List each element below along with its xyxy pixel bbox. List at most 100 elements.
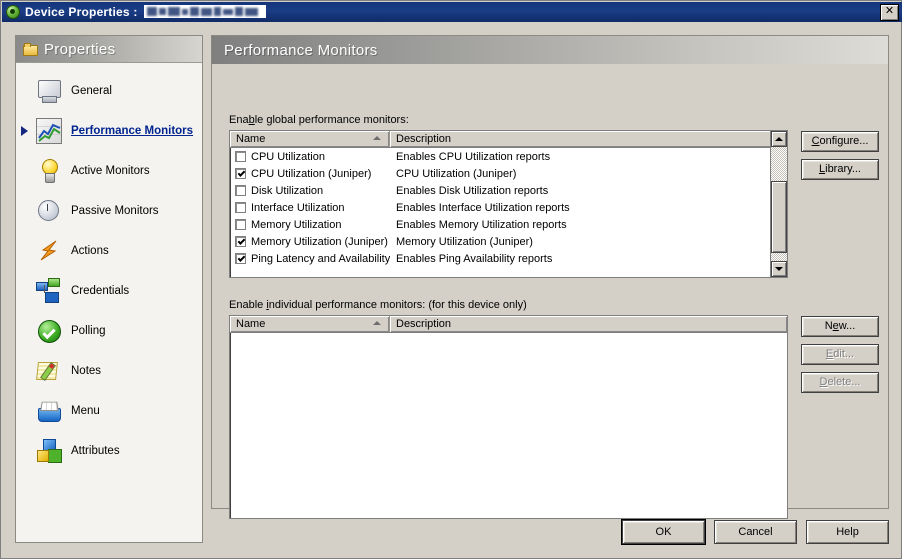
monitor-name: Interface Utilization xyxy=(251,201,345,214)
performance-monitors-panel: Performance Monitors Enable global perfo… xyxy=(211,35,889,519)
global-monitors-label: Enable global performance monitors: xyxy=(229,114,409,126)
lightning-arrow-icon xyxy=(36,238,62,264)
table-row[interactable]: Memory Utilization Enables Memory Utiliz… xyxy=(230,216,787,233)
individual-monitors-listview[interactable]: Name Description xyxy=(229,315,788,519)
library-button[interactable]: Library... xyxy=(801,159,879,180)
app-icon xyxy=(6,5,20,19)
window-title: Device Properties : xyxy=(25,5,266,19)
row-checkbox[interactable] xyxy=(235,236,246,247)
sidebar-item-label: Notes xyxy=(71,365,102,377)
monitor-description: Enables Ping Availability reports xyxy=(396,252,553,265)
sidebar-item-menu[interactable]: Menu xyxy=(16,391,202,431)
redacted-device-name xyxy=(143,5,266,18)
page-title: Performance Monitors xyxy=(224,41,378,59)
new-button[interactable]: New... xyxy=(801,316,879,337)
sidebar-item-label: Actions xyxy=(71,245,109,257)
monitor-description: Enables Disk Utilization reports xyxy=(396,184,549,197)
column-header-description[interactable]: Description xyxy=(390,131,787,147)
delete-button[interactable]: Delete... xyxy=(801,372,879,393)
row-checkbox[interactable] xyxy=(235,185,246,196)
individual-monitors-label: Enable individual performance monitors: … xyxy=(229,299,527,311)
sort-ascending-icon xyxy=(373,321,381,325)
monitor-name: CPU Utilization (Juniper) xyxy=(251,167,372,180)
sidebar-item-actions[interactable]: Actions xyxy=(16,231,202,271)
network-nodes-icon xyxy=(36,278,62,304)
monitor-name: CPU Utilization xyxy=(251,150,325,163)
row-checkbox[interactable] xyxy=(235,151,246,162)
sidebar-header: Properties xyxy=(16,36,202,63)
row-name-cell: Interface Utilization xyxy=(230,202,390,214)
sidebar-item-attributes[interactable]: Attributes xyxy=(16,431,202,471)
row-checkbox[interactable] xyxy=(235,253,246,264)
listview-header: Name Description xyxy=(230,316,787,333)
caret-up-icon xyxy=(775,137,783,141)
chart-icon xyxy=(36,118,62,144)
sidebar-item-notes[interactable]: Notes xyxy=(16,351,202,391)
sidebar-item-credentials[interactable]: Credentials xyxy=(16,271,202,311)
sidebar-item-passive-monitors[interactable]: Passive Monitors xyxy=(16,191,202,231)
row-checkbox[interactable] xyxy=(235,219,246,230)
row-checkbox[interactable] xyxy=(235,202,246,213)
sidebar-item-general[interactable]: General xyxy=(16,71,202,111)
monitor-name: Disk Utilization xyxy=(251,184,324,197)
scrollbar-track[interactable] xyxy=(771,147,787,261)
title-bar: Device Properties : ✕ xyxy=(2,2,902,22)
table-row[interactable]: Disk Utilization Enables Disk Utilizatio… xyxy=(230,182,787,199)
ok-button[interactable]: OK xyxy=(622,520,705,544)
selection-arrow-icon xyxy=(21,126,28,136)
lightbulb-icon xyxy=(36,158,62,184)
notepad-pencil-icon xyxy=(36,358,62,384)
folder-icon xyxy=(23,42,38,56)
monitor-name: Ping Latency and Availability xyxy=(251,252,390,265)
sidebar-item-label: Active Monitors xyxy=(71,165,150,177)
row-name-cell: Ping Latency and Availability xyxy=(230,253,390,265)
properties-sidebar: Properties General Performance Monitors xyxy=(15,35,203,543)
monitor-name: Memory Utilization xyxy=(251,218,342,231)
sidebar-item-performance-monitors[interactable]: Performance Monitors xyxy=(16,111,202,151)
listview-rows: CPU Utilization Enables CPU Utilization … xyxy=(230,148,787,267)
column-header-name[interactable]: Name xyxy=(230,131,390,147)
table-row[interactable]: Ping Latency and Availability Enables Pi… xyxy=(230,250,787,267)
monitor-description: Enables CPU Utilization reports xyxy=(396,150,551,163)
monitor-description: Enables Memory Utilization reports xyxy=(396,218,567,231)
green-check-icon xyxy=(36,318,62,344)
configure-button[interactable]: Configure... xyxy=(801,131,879,152)
table-row[interactable]: CPU Utilization (Juniper) CPU Utilizatio… xyxy=(230,165,787,182)
row-name-cell: Disk Utilization xyxy=(230,185,390,197)
row-name-cell: Memory Utilization (Juniper) xyxy=(230,236,390,248)
device-properties-window: Device Properties : ✕ Properties General… xyxy=(0,0,902,559)
listview-header: Name Description xyxy=(230,131,787,148)
monitor-name: Memory Utilization (Juniper) xyxy=(251,235,388,248)
monitor-description: CPU Utilization (Juniper) xyxy=(396,167,517,180)
help-button[interactable]: Help xyxy=(806,520,889,544)
row-name-cell: CPU Utilization xyxy=(230,151,390,163)
sidebar-item-label: Polling xyxy=(71,325,106,337)
sidebar-item-label: Performance Monitors xyxy=(71,125,194,137)
table-row[interactable]: CPU Utilization Enables CPU Utilization … xyxy=(230,148,787,165)
close-button[interactable]: ✕ xyxy=(880,4,899,21)
row-name-cell: CPU Utilization (Juniper) xyxy=(230,168,390,180)
scrollbar-thumb[interactable] xyxy=(771,181,787,253)
monitor-description: Enables Interface Utilization reports xyxy=(396,201,570,214)
caret-down-icon xyxy=(775,267,783,271)
column-header-description[interactable]: Description xyxy=(390,316,787,332)
sidebar-item-polling[interactable]: Polling xyxy=(16,311,202,351)
sidebar-item-label: Credentials xyxy=(71,285,130,297)
scroll-up-button[interactable] xyxy=(771,131,787,147)
table-row[interactable]: Memory Utilization (Juniper) Memory Util… xyxy=(230,233,787,250)
sort-ascending-icon xyxy=(373,136,381,140)
table-row[interactable]: Interface Utilization Enables Interface … xyxy=(230,199,787,216)
clock-icon xyxy=(36,198,62,224)
sidebar-item-active-monitors[interactable]: Active Monitors xyxy=(16,151,202,191)
column-header-name[interactable]: Name xyxy=(230,316,390,332)
listview-scrollbar[interactable] xyxy=(770,131,787,277)
scroll-down-button[interactable] xyxy=(771,261,787,277)
row-checkbox[interactable] xyxy=(235,168,246,179)
global-monitors-listview[interactable]: Name Description CPU Utilization Enables… xyxy=(229,130,788,278)
cancel-button[interactable]: Cancel xyxy=(714,520,797,544)
panel-header: Performance Monitors xyxy=(212,36,888,64)
window-title-text: Device Properties : xyxy=(25,5,138,19)
edit-button[interactable]: Edit... xyxy=(801,344,879,365)
sidebar-list: General Performance Monitors Active Moni… xyxy=(16,63,202,471)
monitor-description: Memory Utilization (Juniper) xyxy=(396,235,533,248)
